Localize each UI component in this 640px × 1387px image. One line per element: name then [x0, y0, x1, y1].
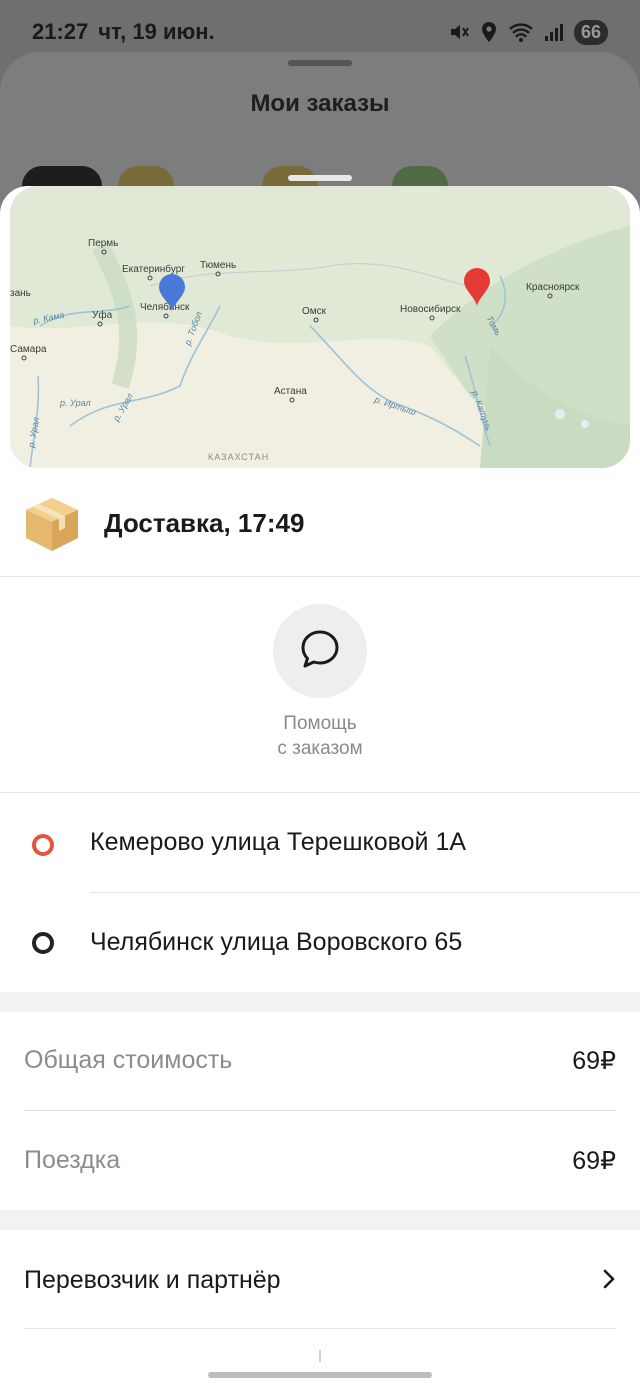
help-button[interactable] — [273, 604, 367, 698]
orders-sheet-handle[interactable] — [288, 60, 352, 66]
status-icons: 66 — [448, 19, 608, 45]
route-to-address: Челябинск улица Воровского 65 — [90, 928, 463, 956]
wifi-icon — [508, 21, 534, 43]
map-country-label: КАЗАХСТАН — [208, 452, 269, 462]
order-details-sheet: Пермь Екатеринбург Тюмень зань Уфа Челяб… — [0, 186, 640, 1387]
order-title: Доставка, 17:49 — [104, 508, 305, 538]
map-river-label: р. Урал — [59, 398, 91, 408]
chevron-right-icon — [602, 1268, 616, 1295]
map-city-label: Тюмень — [200, 260, 236, 271]
help-label-line2: с заказом — [277, 738, 363, 759]
package-box-icon — [22, 494, 82, 559]
order-sheet-handle[interactable] — [288, 175, 352, 181]
route-from-dot-icon — [32, 834, 54, 856]
route-from-address: Кемерово улица Терешковой 1А — [90, 828, 467, 856]
map-city-label: Уфа — [92, 309, 113, 321]
divider — [24, 1328, 616, 1329]
orders-title: Мои заказы — [250, 90, 390, 117]
ride-cost-value: 69₽ — [572, 1147, 616, 1175]
divider — [0, 792, 640, 793]
route-to-dot-icon — [32, 932, 54, 954]
map-city-label: Омск — [302, 306, 327, 317]
signal-icon — [544, 22, 564, 42]
map-city-label: Пермь — [88, 238, 118, 249]
divider — [90, 892, 640, 893]
map-city-label: Новосибирск — [400, 303, 461, 315]
location-icon — [480, 21, 498, 43]
section-separator — [0, 1210, 640, 1230]
screen: 21:27 чт, 19 июн. 66 Мои заказы Пермь Ек… — [0, 0, 640, 1387]
route-map[interactable]: Пермь Екатеринбург Тюмень зань Уфа Челяб… — [10, 186, 630, 468]
map-city-label: Самара — [10, 344, 47, 355]
carrier-partner-row[interactable]: Перевозчик и партнёр — [0, 1230, 640, 1328]
status-time: 21:27 — [32, 19, 89, 44]
help-label[interactable]: Помощь с заказом — [0, 711, 640, 761]
status-date: чт, 19 июн. — [98, 19, 215, 44]
divider — [24, 1110, 616, 1111]
order-header: Доставка, 17:49 — [0, 486, 640, 576]
divider — [0, 576, 640, 577]
map-city-label: Астана — [274, 386, 307, 397]
carrier-partner-label: Перевозчик и партнёр — [24, 1266, 281, 1294]
route-point-from[interactable]: Кемерово улица Терешковой 1А — [0, 794, 640, 890]
route-point-to[interactable]: Челябинск улица Воровского 65 — [0, 894, 640, 990]
ride-cost-label: Поездка — [24, 1146, 121, 1174]
total-cost-label: Общая стоимость — [24, 1046, 233, 1074]
map-city-label: зань — [10, 288, 31, 299]
help-label-line1: Помощь — [283, 713, 357, 734]
scroll-mark — [319, 1350, 321, 1362]
mute-icon — [448, 21, 470, 43]
section-separator — [0, 992, 640, 1012]
map-city-label: Красноярск — [526, 282, 580, 293]
map-city-label: Челябинск — [140, 301, 190, 313]
battery-indicator: 66 — [573, 19, 608, 45]
home-indicator[interactable] — [208, 1372, 432, 1378]
total-cost-value: 69₽ — [572, 1047, 616, 1075]
chat-bubble-icon — [297, 626, 343, 677]
map-city-label: Екатеринбург — [122, 263, 185, 275]
